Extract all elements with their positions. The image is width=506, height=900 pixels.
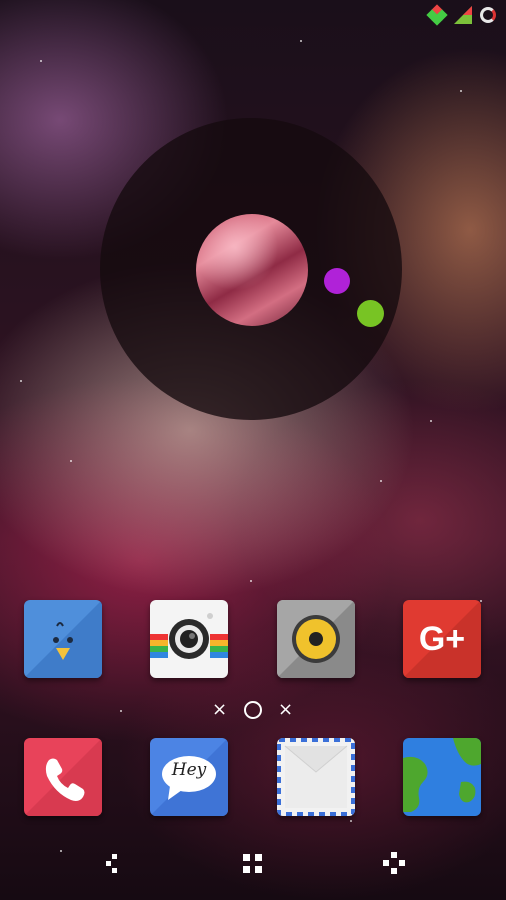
hey-messaging-app-icon[interactable]: Hey (150, 738, 228, 816)
navigation-bar (0, 850, 506, 880)
bird-app-icon[interactable] (24, 600, 102, 678)
page-dot-right[interactable]: × (278, 698, 293, 722)
hey-label: Hey (171, 760, 207, 780)
signal-icon (454, 6, 472, 24)
home-icon[interactable] (239, 850, 267, 878)
battery-ring-icon (480, 7, 496, 23)
page-indicator: × × (0, 698, 506, 722)
phone-app-icon[interactable] (24, 738, 102, 816)
earth-app-icon[interactable] (403, 738, 481, 816)
circle-widget[interactable] (100, 118, 402, 420)
camera-app-icon[interactable] (150, 600, 228, 678)
recents-icon[interactable] (380, 850, 408, 878)
data-diamond-icon (426, 4, 448, 26)
green-dot (357, 300, 384, 327)
status-bar (426, 4, 496, 26)
page-dot-current[interactable] (244, 701, 262, 719)
purple-dot (324, 268, 350, 294)
back-icon[interactable] (100, 850, 128, 878)
google-plus-label: G+ (418, 620, 466, 658)
speaker-app-icon[interactable] (277, 600, 355, 678)
page-dot-left[interactable]: × (212, 698, 227, 722)
mail-app-icon[interactable] (277, 738, 355, 816)
google-plus-app-icon[interactable]: G+ (403, 600, 481, 678)
planet-image (196, 214, 308, 326)
